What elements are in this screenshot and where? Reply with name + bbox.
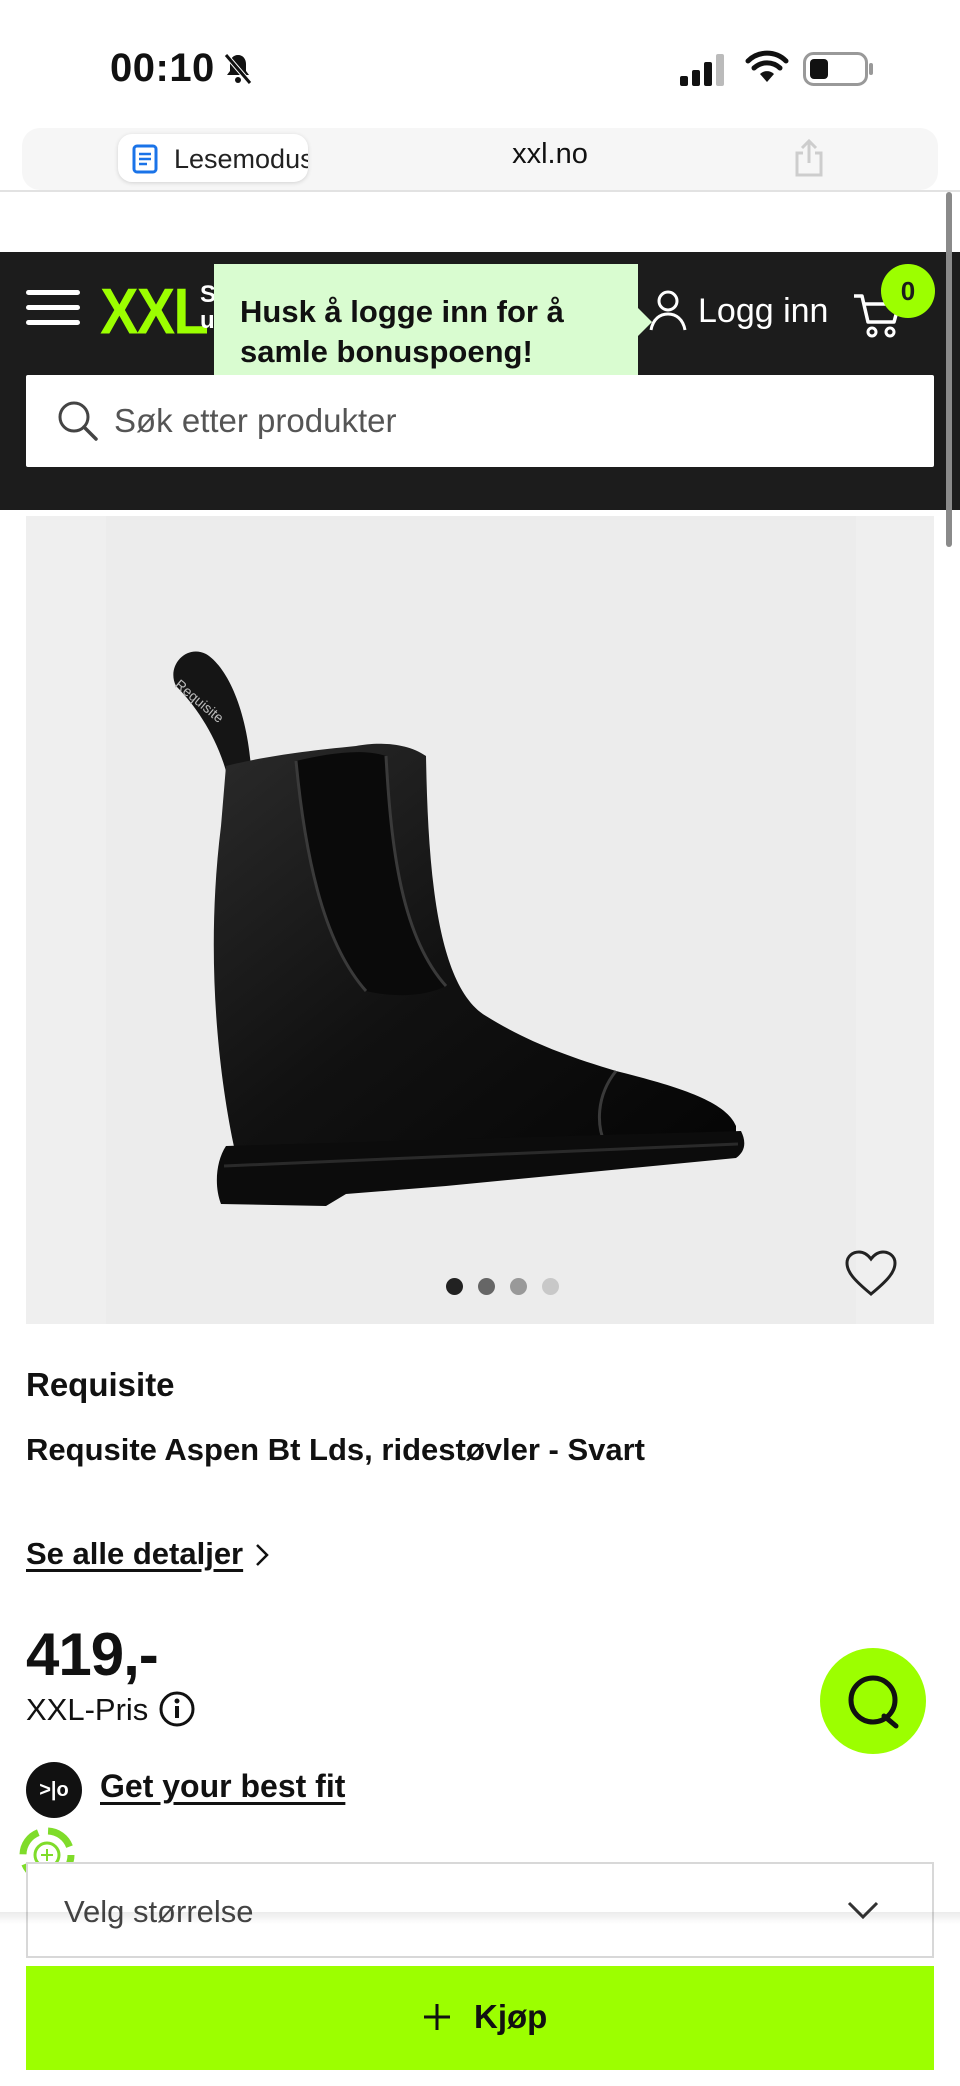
divider <box>0 190 960 192</box>
cart-count-badge[interactable]: 0 <box>881 264 935 318</box>
chevron-right-icon[interactable] <box>254 1542 270 1573</box>
bell-muted-icon <box>222 52 254 91</box>
heart-icon[interactable] <box>844 1250 898 1303</box>
menu-icon[interactable] <box>26 290 80 328</box>
product-brand[interactable]: Requisite <box>26 1366 175 1404</box>
cellular-signal-icon <box>680 54 728 91</box>
buy-button-label: Kjøp <box>474 1998 548 2035</box>
logo-tagline-line2: u <box>200 307 215 334</box>
page-scrollbar[interactable] <box>946 192 952 547</box>
chat-icon <box>848 1675 899 1729</box>
xxl-logo[interactable]: XXL <box>100 274 209 349</box>
carousel-dot-1[interactable] <box>446 1278 463 1295</box>
search-icon <box>56 399 100 448</box>
see-all-details-link[interactable]: Se alle detaljer <box>26 1536 243 1572</box>
user-icon[interactable] <box>648 288 688 337</box>
size-select[interactable]: Velg størrelse <box>26 1862 934 1958</box>
buy-button[interactable]: Kjøp <box>26 1966 934 2070</box>
best-fit-link[interactable]: Get your best fit <box>100 1768 345 1805</box>
product-title: Requsite Aspen Bt Lds, ridestøvler - Sva… <box>26 1432 646 1467</box>
carousel-dot-2[interactable] <box>478 1278 495 1295</box>
product-image-gallery[interactable]: Requisite <box>26 516 934 1324</box>
info-icon[interactable] <box>158 1690 196 1733</box>
price-label: XXL-Pris <box>26 1692 149 1727</box>
sticky-bar-shadow <box>0 1912 960 1924</box>
share-icon[interactable] <box>793 138 825 182</box>
search-bar[interactable] <box>26 375 934 467</box>
product-image: Requisite <box>146 646 846 1211</box>
wifi-icon <box>745 50 789 89</box>
battery-icon <box>803 52 875 91</box>
plus-icon <box>422 2002 452 2035</box>
carousel-dot-4[interactable] <box>542 1278 559 1295</box>
status-time: 00:10 <box>110 46 215 90</box>
search-input[interactable] <box>114 389 904 453</box>
chat-button[interactable] <box>820 1648 926 1754</box>
fit-finder-badge[interactable]: >|o <box>26 1762 82 1818</box>
product-price: 419,- <box>26 1621 159 1688</box>
status-bar: 00:10 <box>0 0 960 130</box>
carousel-dot-3[interactable] <box>510 1278 527 1295</box>
login-button[interactable]: Logg inn <box>698 292 828 331</box>
